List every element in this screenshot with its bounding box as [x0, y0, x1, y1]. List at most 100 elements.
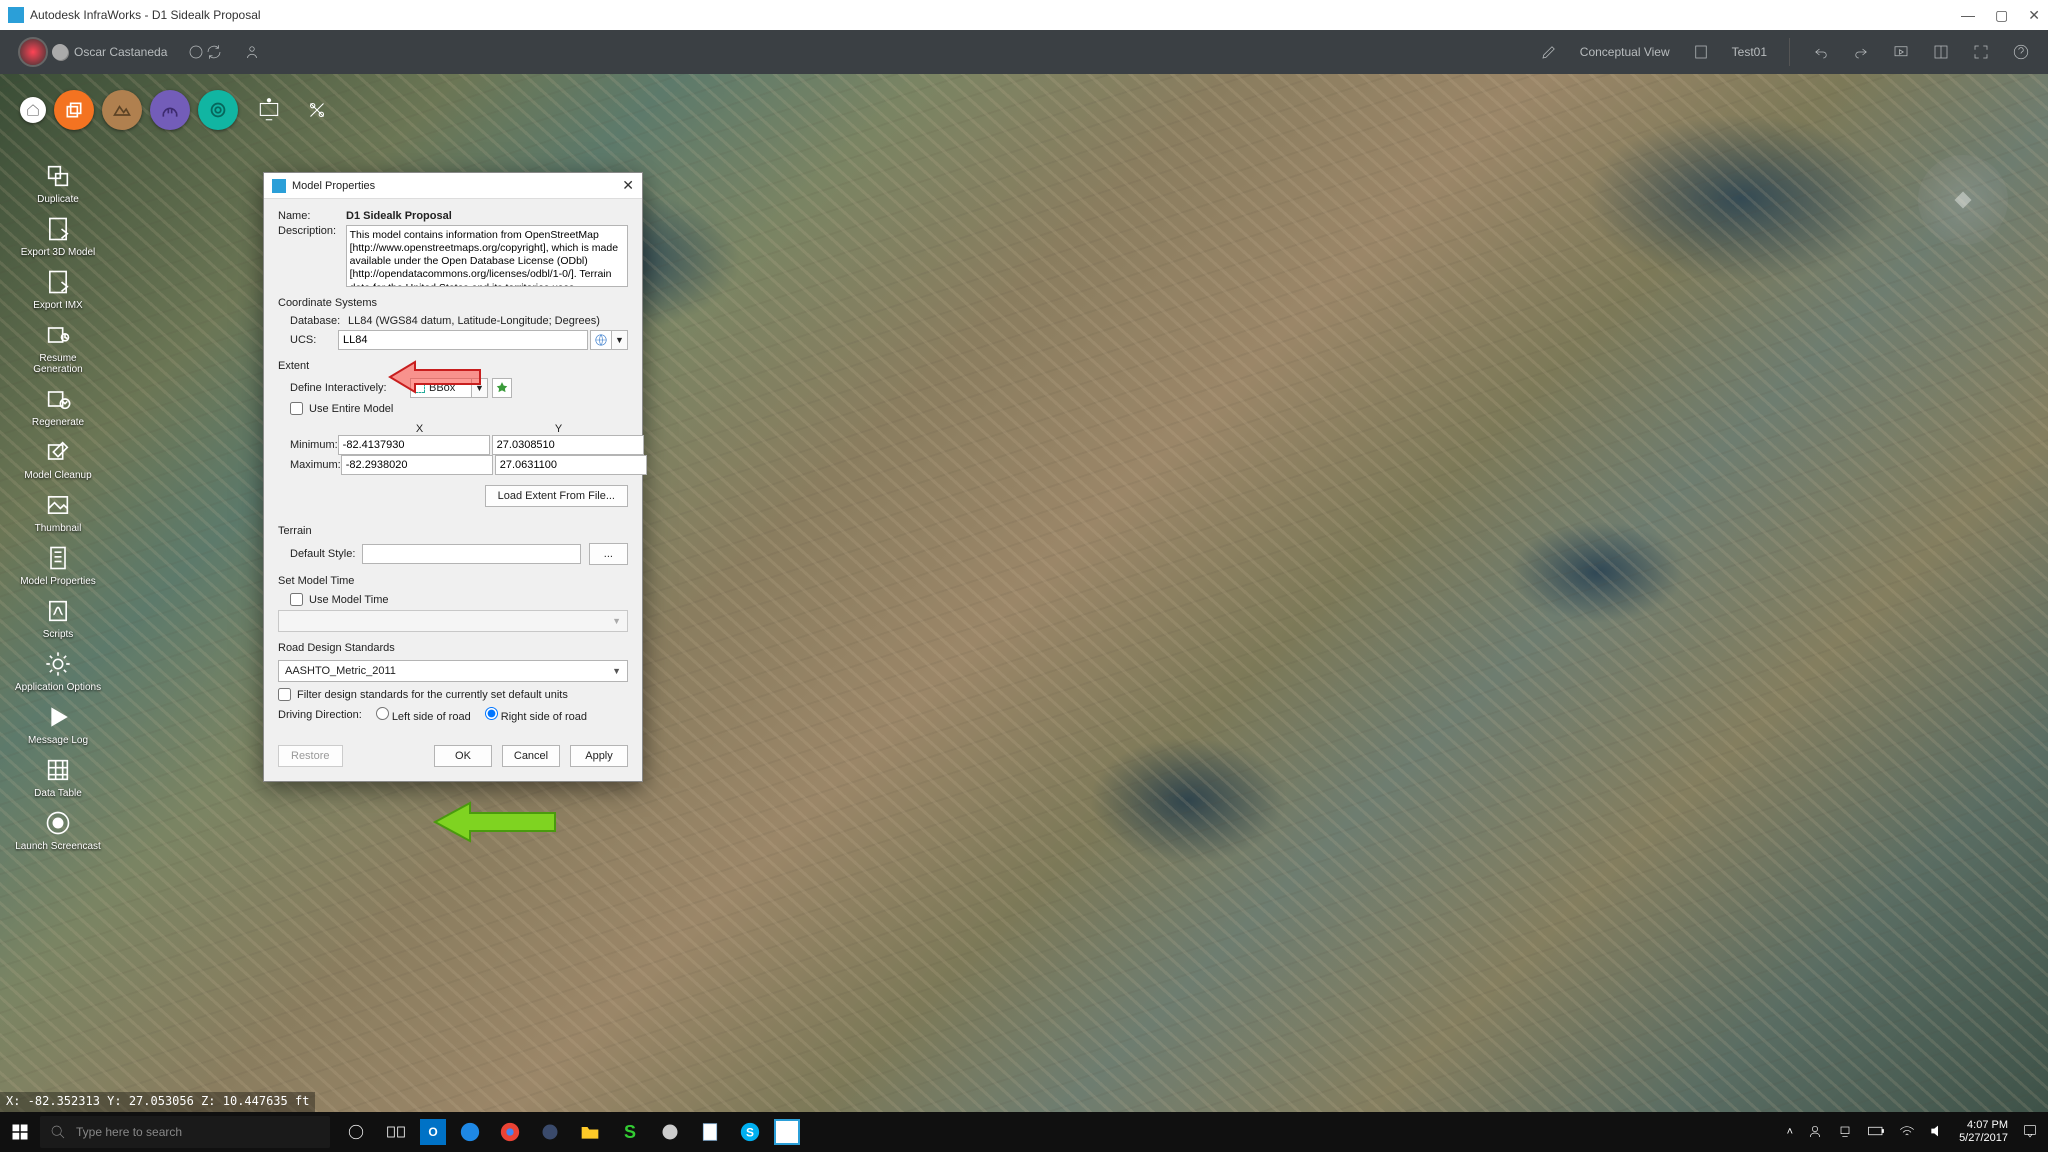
fullscreen-icon[interactable]	[1972, 43, 1990, 61]
tool-app-options[interactable]: Application Options	[15, 648, 101, 693]
use-model-time-label: Use Model Time	[309, 594, 388, 606]
settings-tool[interactable]	[300, 93, 334, 127]
bbox-pick-button[interactable]	[492, 378, 512, 398]
taskview-icon[interactable]	[380, 1116, 412, 1148]
chat-icon[interactable]	[187, 43, 205, 61]
filter-standards-checkbox[interactable]	[278, 688, 291, 701]
tool-label: Regenerate	[32, 417, 84, 428]
driving-direction-label: Driving Direction:	[278, 709, 362, 721]
view-mode-label[interactable]: Conceptual View	[1580, 45, 1670, 59]
tray-battery-icon[interactable]	[1867, 1125, 1885, 1140]
file-explorer-icon[interactable]	[574, 1116, 606, 1148]
bbox-icon	[415, 383, 425, 393]
tray-wifi-icon[interactable]	[1899, 1124, 1915, 1141]
tray-volume-icon[interactable]	[1929, 1123, 1945, 1142]
tray-chevron-icon[interactable]: ˄	[1787, 1126, 1793, 1138]
ucs-input[interactable]	[338, 330, 588, 350]
start-button[interactable]	[0, 1112, 40, 1152]
ucs-globe-button[interactable]	[590, 330, 612, 350]
bbox-label: BBox	[429, 382, 455, 394]
ok-button[interactable]: OK	[434, 745, 492, 767]
tool-export-imx[interactable]: Export IMX	[33, 266, 82, 311]
tool-regenerate[interactable]: Regenerate	[32, 383, 84, 428]
tool-thumbnail[interactable]: Thumbnail	[35, 489, 82, 534]
road-standards-header: Road Design Standards	[278, 642, 628, 654]
dialog-titlebar[interactable]: Model Properties ✕	[264, 173, 642, 199]
left-side-option[interactable]: Left side of road	[376, 707, 471, 723]
bridge-tab[interactable]	[150, 90, 190, 130]
svg-text:S: S	[746, 1126, 754, 1140]
minimize-button[interactable]: —	[1961, 7, 1975, 24]
close-button[interactable]: ✕	[2028, 7, 2040, 24]
load-extent-button[interactable]: Load Extent From File...	[485, 485, 628, 507]
share-icon[interactable]	[243, 43, 261, 61]
edge-icon[interactable]	[454, 1116, 486, 1148]
tool-export-3d[interactable]: Export 3D Model	[21, 213, 95, 258]
cortana-icon[interactable]	[340, 1116, 372, 1148]
notepad-icon[interactable]	[694, 1116, 726, 1148]
dialog-close-button[interactable]: ✕	[622, 177, 634, 194]
right-side-option[interactable]: Right side of road	[485, 707, 587, 723]
infraworks-taskbar-icon[interactable]	[774, 1119, 800, 1145]
max-x-input[interactable]	[341, 455, 493, 475]
tray-network-icon[interactable]	[1837, 1123, 1853, 1142]
maximize-button[interactable]: ▢	[1995, 7, 2008, 24]
tool-resume-gen[interactable]: Resume Generation	[14, 319, 102, 375]
max-y-input[interactable]	[495, 455, 647, 475]
tool-scripts[interactable]: Scripts	[42, 595, 74, 640]
restore-button[interactable]: Restore	[278, 745, 343, 767]
username[interactable]: Oscar Castaneda	[74, 45, 167, 59]
tool-label: Thumbnail	[35, 523, 82, 534]
present-icon[interactable]	[1892, 43, 1910, 61]
cancel-button[interactable]: Cancel	[502, 745, 560, 767]
proposal-icon[interactable]	[1692, 43, 1710, 61]
pencil-icon[interactable]	[1540, 43, 1558, 61]
terrain-tab[interactable]	[102, 90, 142, 130]
redo-icon[interactable]	[1852, 43, 1870, 61]
build-tab[interactable]	[54, 90, 94, 130]
description-input[interactable]	[346, 225, 628, 287]
default-style-browse-button[interactable]: ...	[589, 543, 628, 565]
tool-data-table[interactable]: Data Table	[34, 754, 82, 799]
road-standards-select[interactable]: AASHTO_Metric_2011▼	[278, 660, 628, 682]
chevron-down-icon: ▼	[612, 666, 621, 676]
app-icon-1[interactable]	[534, 1116, 566, 1148]
tool-message-log[interactable]: Message Log	[28, 701, 88, 746]
chrome-icon[interactable]	[494, 1116, 526, 1148]
tool-launch-screencast[interactable]: Launch Screencast	[15, 807, 101, 852]
skype-icon[interactable]: S	[734, 1116, 766, 1148]
app-icon-s[interactable]: S	[614, 1116, 646, 1148]
sync-icon[interactable]	[205, 43, 223, 61]
tool-model-cleanup[interactable]: Model Cleanup	[24, 436, 91, 481]
apply-button[interactable]: Apply	[570, 745, 628, 767]
drainage-tab[interactable]	[198, 90, 238, 130]
proposal-label[interactable]: Test01	[1732, 45, 1767, 59]
min-x-input[interactable]	[338, 435, 490, 455]
max-label: Maximum:	[290, 459, 341, 471]
tray-clock[interactable]: 4:07 PM5/27/2017	[1959, 1119, 2008, 1145]
app-icon	[8, 7, 24, 23]
outlook-icon[interactable]: O	[420, 1119, 446, 1145]
help-icon[interactable]	[2012, 43, 2030, 61]
taskbar-search[interactable]: Type here to search	[40, 1116, 330, 1148]
tool-duplicate[interactable]: Duplicate	[37, 160, 79, 205]
undo-icon[interactable]	[1812, 43, 1830, 61]
view-cube[interactable]	[1918, 155, 2008, 245]
tray-people-icon[interactable]	[1807, 1123, 1823, 1142]
avatar[interactable]	[18, 37, 48, 67]
use-entire-model-checkbox[interactable]	[290, 402, 303, 415]
present-tool[interactable]	[252, 93, 286, 127]
bbox-selector[interactable]: BBox	[410, 378, 472, 398]
use-model-time-checkbox[interactable]	[290, 593, 303, 606]
bbox-dropdown-button[interactable]: ▼	[472, 378, 488, 398]
min-y-input[interactable]	[492, 435, 644, 455]
home-button[interactable]	[20, 97, 46, 123]
default-style-input[interactable]	[362, 544, 581, 564]
search-placeholder: Type here to search	[76, 1125, 182, 1139]
tray-notifications-icon[interactable]	[2022, 1123, 2038, 1142]
ucs-dropdown-button[interactable]: ▼	[612, 330, 628, 350]
cloud-status-icon[interactable]	[52, 44, 68, 60]
panel-icon[interactable]	[1932, 43, 1950, 61]
tool-model-properties[interactable]: Model Properties	[20, 542, 96, 587]
app-icon-2[interactable]	[654, 1116, 686, 1148]
